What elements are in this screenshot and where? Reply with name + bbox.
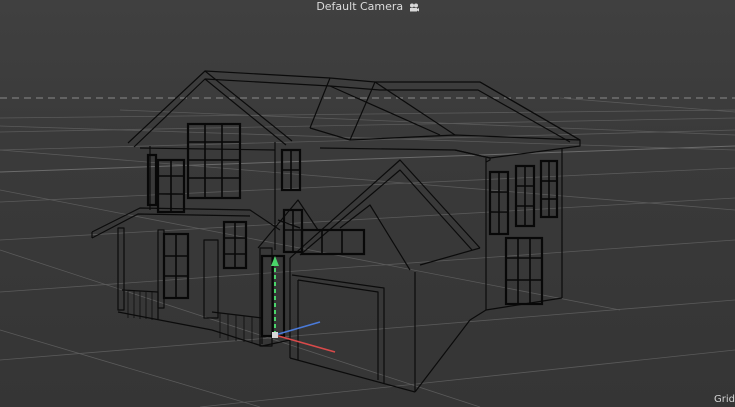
window-porch-right bbox=[222, 220, 248, 270]
window-upper-right bbox=[280, 148, 302, 192]
window-right-upper bbox=[488, 159, 559, 236]
camera-selector[interactable]: Default Camera bbox=[314, 0, 420, 14]
grid-label: Grid bbox=[714, 394, 735, 405]
viewport-scene[interactable] bbox=[0, 0, 735, 407]
3d-viewport[interactable]: Default Camera Grid bbox=[0, 0, 735, 407]
gizmo-center-handle[interactable] bbox=[272, 332, 278, 338]
front-door bbox=[260, 254, 286, 338]
ground-grid bbox=[0, 97, 735, 407]
window-porch-door bbox=[162, 232, 190, 300]
window-upper-large bbox=[186, 122, 242, 200]
camera-name: Default Camera bbox=[316, 0, 404, 13]
camera-icon[interactable] bbox=[409, 3, 419, 12]
